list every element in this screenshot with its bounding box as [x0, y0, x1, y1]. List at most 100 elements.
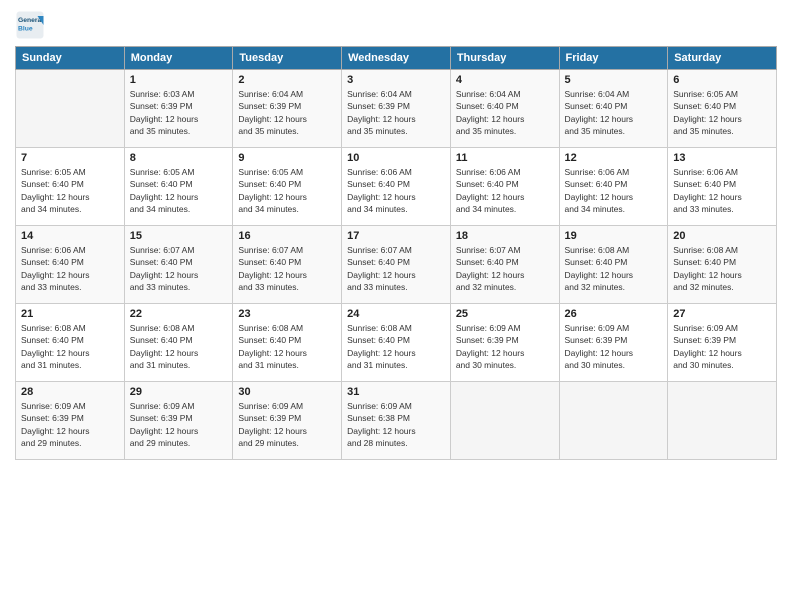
calendar-cell: 18Sunrise: 6:07 AM Sunset: 6:40 PM Dayli…	[450, 226, 559, 304]
svg-text:Blue: Blue	[18, 25, 33, 32]
calendar-cell	[559, 382, 668, 460]
day-number: 4	[456, 74, 554, 86]
calendar-cell	[668, 382, 777, 460]
day-number: 22	[130, 308, 228, 320]
weekday-header: Saturday	[668, 47, 777, 70]
day-info: Sunrise: 6:05 AM Sunset: 6:40 PM Dayligh…	[130, 166, 228, 215]
calendar-cell: 16 Sunrise: 6:07 AM Sunset: 6:40 PM Dayli…	[233, 226, 342, 304]
day-info: Sunrise: 6:06 AM Sunset: 6:40 PM Dayligh…	[21, 244, 119, 293]
day-number: 16	[238, 230, 336, 242]
header: General Blue	[15, 10, 777, 40]
day-number: 1	[130, 74, 228, 86]
day-info: Sunrise: 6:09 AM Sunset: 6:39 PM Dayligh…	[238, 400, 336, 449]
day-number: 12	[565, 152, 663, 164]
day-number: 31	[347, 386, 445, 398]
day-number: 27	[673, 308, 771, 320]
calendar-cell: 4Sunrise: 6:04 AM Sunset: 6:40 PM Daylig…	[450, 70, 559, 148]
day-number: 26	[565, 308, 663, 320]
day-info: Sunrise: 6:04 AM Sunset: 6:40 PM Dayligh…	[565, 88, 663, 137]
calendar-cell: 19 Sunrise: 6:08 AM Sunset: 6:40 PM Dayli…	[559, 226, 668, 304]
day-info: Sunrise: 6:08 AM Sunset: 6:40 PM Dayligh…	[565, 244, 663, 293]
calendar-cell: 6Sunrise: 6:05 AM Sunset: 6:40 PM Daylig…	[668, 70, 777, 148]
day-number: 21	[21, 308, 119, 320]
calendar-week-row: 14 Sunrise: 6:06 AM Sunset: 6:40 PM Dayli…	[16, 226, 777, 304]
day-number: 25	[456, 308, 554, 320]
day-number: 24	[347, 308, 445, 320]
calendar-cell	[16, 70, 125, 148]
day-number: 13	[673, 152, 771, 164]
calendar-cell: 1 Sunrise: 6:03 AM Sunset: 6:39 PM Daylig…	[124, 70, 233, 148]
calendar-cell: 26 Sunrise: 6:09 AM Sunset: 6:39 PM Dayli…	[559, 304, 668, 382]
calendar-cell: 29Sunrise: 6:09 AM Sunset: 6:39 PM Dayli…	[124, 382, 233, 460]
calendar-cell: 21 Sunrise: 6:08 AM Sunset: 6:40 PM Dayli…	[16, 304, 125, 382]
day-info: Sunrise: 6:03 AM Sunset: 6:39 PM Dayligh…	[130, 88, 228, 137]
weekday-header: Tuesday	[233, 47, 342, 70]
day-number: 10	[347, 152, 445, 164]
logo: General Blue	[15, 10, 49, 40]
day-info: Sunrise: 6:07 AM Sunset: 6:40 PM Dayligh…	[347, 244, 445, 293]
weekday-header: Thursday	[450, 47, 559, 70]
day-number: 15	[130, 230, 228, 242]
calendar-week-row: 21 Sunrise: 6:08 AM Sunset: 6:40 PM Dayli…	[16, 304, 777, 382]
day-number: 8	[130, 152, 228, 164]
calendar-week-row: 7 Sunrise: 6:05 AM Sunset: 6:40 PM Daylig…	[16, 148, 777, 226]
day-number: 19	[565, 230, 663, 242]
calendar-cell: 27 Sunrise: 6:09 AM Sunset: 6:39 PM Dayli…	[668, 304, 777, 382]
day-info: Sunrise: 6:09 AM Sunset: 6:39 PM Dayligh…	[456, 322, 554, 371]
calendar-cell: 5 Sunrise: 6:04 AM Sunset: 6:40 PM Daylig…	[559, 70, 668, 148]
calendar-cell	[450, 382, 559, 460]
calendar-cell: 31 Sunrise: 6:09 AM Sunset: 6:38 PM Dayli…	[342, 382, 451, 460]
day-info: Sunrise: 6:08 AM Sunset: 6:40 PM Dayligh…	[347, 322, 445, 371]
calendar-cell: 14 Sunrise: 6:06 AM Sunset: 6:40 PM Dayli…	[16, 226, 125, 304]
calendar-cell: 10 Sunrise: 6:06 AM Sunset: 6:40 PM Dayli…	[342, 148, 451, 226]
page-container: General Blue SundayMondayTuesdayWednesda…	[0, 0, 792, 470]
weekday-header: Monday	[124, 47, 233, 70]
day-info: Sunrise: 6:07 AM Sunset: 6:40 PM Dayligh…	[130, 244, 228, 293]
calendar-cell: 17 Sunrise: 6:07 AM Sunset: 6:40 PM Dayli…	[342, 226, 451, 304]
calendar-cell: 15 Sunrise: 6:07 AM Sunset: 6:40 PM Dayli…	[124, 226, 233, 304]
day-info: Sunrise: 6:09 AM Sunset: 6:39 PM Dayligh…	[565, 322, 663, 371]
calendar-cell: 3Sunrise: 6:04 AM Sunset: 6:39 PM Daylig…	[342, 70, 451, 148]
calendar-week-row: 28 Sunrise: 6:09 AM Sunset: 6:39 PM Dayli…	[16, 382, 777, 460]
day-info: Sunrise: 6:06 AM Sunset: 6:40 PM Dayligh…	[673, 166, 771, 215]
day-number: 7	[21, 152, 119, 164]
day-info: Sunrise: 6:06 AM Sunset: 6:40 PM Dayligh…	[456, 166, 554, 215]
day-number: 2	[238, 74, 336, 86]
calendar-cell: 25 Sunrise: 6:09 AM Sunset: 6:39 PM Dayli…	[450, 304, 559, 382]
weekday-header: Friday	[559, 47, 668, 70]
day-info: Sunrise: 6:07 AM Sunset: 6:40 PM Dayligh…	[456, 244, 554, 293]
day-info: Sunrise: 6:07 AM Sunset: 6:40 PM Dayligh…	[238, 244, 336, 293]
logo-icon: General Blue	[15, 10, 45, 40]
day-info: Sunrise: 6:06 AM Sunset: 6:40 PM Dayligh…	[347, 166, 445, 215]
calendar-cell: 11Sunrise: 6:06 AM Sunset: 6:40 PM Dayli…	[450, 148, 559, 226]
day-info: Sunrise: 6:08 AM Sunset: 6:40 PM Dayligh…	[130, 322, 228, 371]
calendar-cell: 8 Sunrise: 6:05 AM Sunset: 6:40 PM Daylig…	[124, 148, 233, 226]
calendar-cell: 13 Sunrise: 6:06 AM Sunset: 6:40 PM Dayli…	[668, 148, 777, 226]
calendar-cell: 30Sunrise: 6:09 AM Sunset: 6:39 PM Dayli…	[233, 382, 342, 460]
weekday-header-row: SundayMondayTuesdayWednesdayThursdayFrid…	[16, 47, 777, 70]
day-number: 14	[21, 230, 119, 242]
day-info: Sunrise: 6:09 AM Sunset: 6:38 PM Dayligh…	[347, 400, 445, 449]
calendar-cell: 12Sunrise: 6:06 AM Sunset: 6:40 PM Dayli…	[559, 148, 668, 226]
day-info: Sunrise: 6:08 AM Sunset: 6:40 PM Dayligh…	[673, 244, 771, 293]
calendar-cell: 9Sunrise: 6:05 AM Sunset: 6:40 PM Daylig…	[233, 148, 342, 226]
day-number: 5	[565, 74, 663, 86]
day-number: 23	[238, 308, 336, 320]
calendar-cell: 23 Sunrise: 6:08 AM Sunset: 6:40 PM Dayli…	[233, 304, 342, 382]
day-number: 6	[673, 74, 771, 86]
calendar-table: SundayMondayTuesdayWednesdayThursdayFrid…	[15, 46, 777, 460]
calendar-week-row: 1 Sunrise: 6:03 AM Sunset: 6:39 PM Daylig…	[16, 70, 777, 148]
day-info: Sunrise: 6:05 AM Sunset: 6:40 PM Dayligh…	[238, 166, 336, 215]
day-info: Sunrise: 6:09 AM Sunset: 6:39 PM Dayligh…	[673, 322, 771, 371]
calendar-cell: 20Sunrise: 6:08 AM Sunset: 6:40 PM Dayli…	[668, 226, 777, 304]
calendar-cell: 22 Sunrise: 6:08 AM Sunset: 6:40 PM Dayli…	[124, 304, 233, 382]
day-info: Sunrise: 6:08 AM Sunset: 6:40 PM Dayligh…	[21, 322, 119, 371]
calendar-cell: 28Sunrise: 6:09 AM Sunset: 6:39 PM Dayli…	[16, 382, 125, 460]
calendar-cell: 7Sunrise: 6:05 AM Sunset: 6:40 PM Daylig…	[16, 148, 125, 226]
day-number: 29	[130, 386, 228, 398]
day-number: 17	[347, 230, 445, 242]
day-info: Sunrise: 6:04 AM Sunset: 6:39 PM Dayligh…	[347, 88, 445, 137]
day-number: 28	[21, 386, 119, 398]
weekday-header: Sunday	[16, 47, 125, 70]
day-info: Sunrise: 6:08 AM Sunset: 6:40 PM Dayligh…	[238, 322, 336, 371]
